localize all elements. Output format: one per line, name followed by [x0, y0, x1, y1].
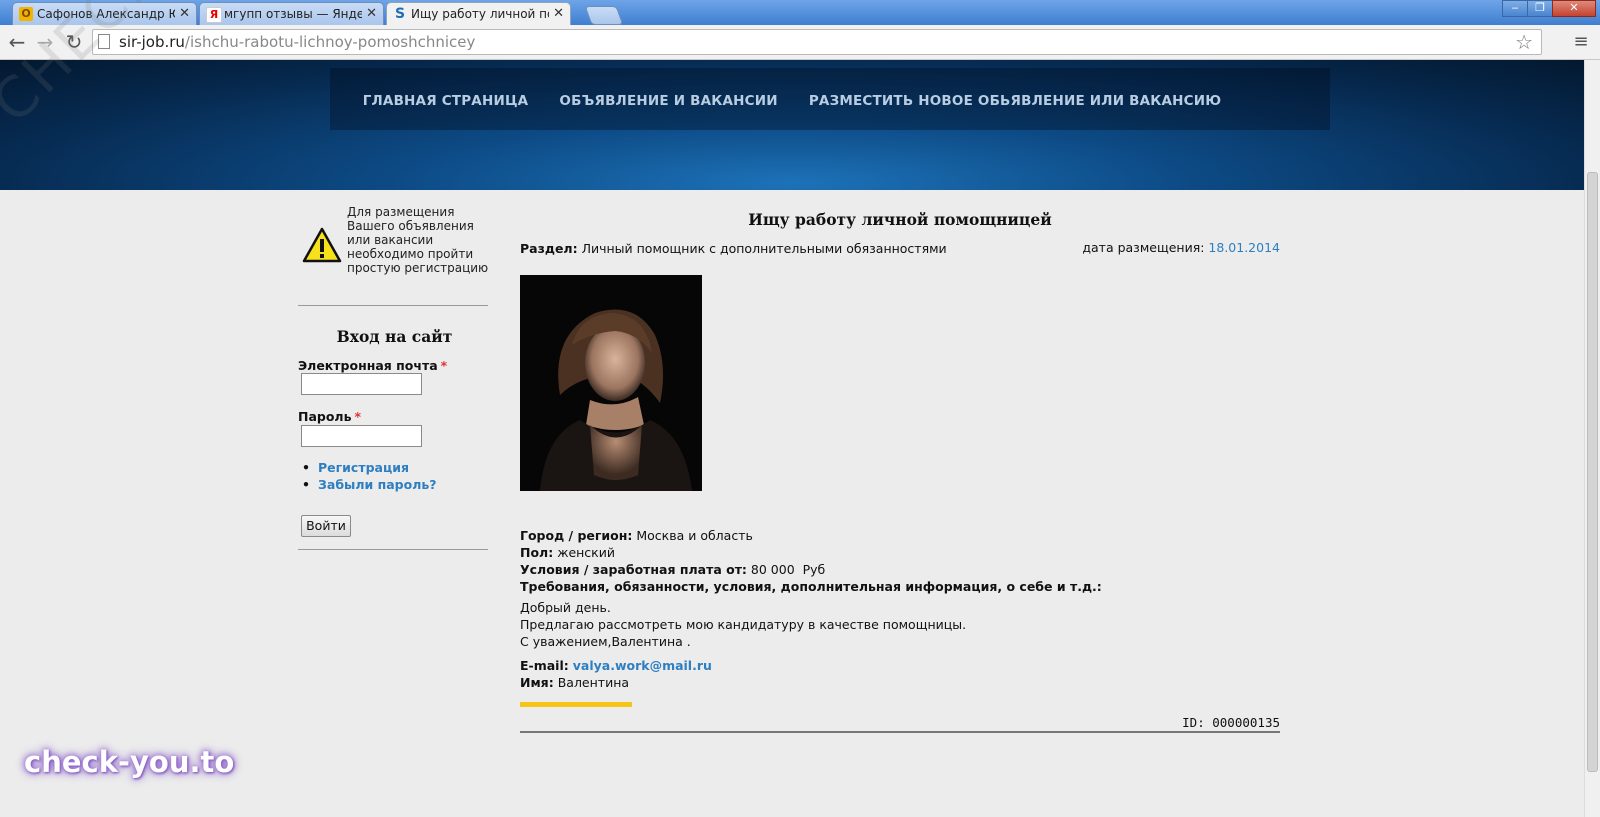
scrollbar-thumb[interactable] [1587, 172, 1598, 772]
name-label: Имя: [520, 675, 554, 690]
bookmark-star-icon[interactable]: ☆ [1515, 30, 1533, 54]
gender-label: Пол: [520, 545, 554, 560]
ad-title: Ищу работу личной помощницей [748, 210, 1052, 229]
required-mark: * [354, 409, 362, 424]
site-header: ГЛАВНАЯ СТРАНИЦА ОБЪЯВЛЕНИЕ И ВАКАНСИИ Р… [0, 60, 1584, 190]
new-tab-button[interactable] [584, 6, 624, 25]
back-arrow-icon[interactable]: ← [5, 30, 29, 54]
email-label-text: Электронная почта [298, 358, 438, 373]
password-label: Пароль * [298, 409, 361, 424]
tab-close-icon[interactable]: ✕ [179, 3, 190, 25]
forward-arrow-icon[interactable]: → [33, 30, 57, 54]
city-label: Город / регион: [520, 528, 633, 543]
page-viewport: ГЛАВНАЯ СТРАНИЦА ОБЪЯВЛЕНИЕ И ВАКАНСИИ Р… [0, 60, 1584, 817]
divider [298, 305, 488, 306]
registration-notice: Для размещения Вашего объявления или вак… [347, 205, 489, 275]
address-bar[interactable]: sir-job.ru/ishchu-rabotu-lichnoy-pomoshc… [92, 29, 1542, 55]
login-title: Вход на сайт [336, 327, 453, 346]
nav-ads-link[interactable]: ОБЪЯВЛЕНИЕ И ВАКАНСИИ [559, 93, 777, 109]
tab-close-icon[interactable]: ✕ [366, 3, 377, 25]
ad-email: E-mail: valya.work@mail.ru [520, 658, 712, 673]
salary-label: Условия / заработная плата от: [520, 562, 747, 577]
browser-tab-3-active[interactable]: S Ищу работу личной пом ✕ [386, 2, 571, 26]
url-path: /ishchu-rabotu-lichnoy-pomoshchnicey [184, 33, 476, 51]
url-text[interactable]: sir-job.ru/ishchu-rabotu-lichnoy-pomoshc… [119, 33, 475, 51]
browser-toolbar: ← → ↻ sir-job.ru/ishchu-rabotu-lichnoy-p… [0, 25, 1600, 60]
section-label: Раздел: [520, 241, 578, 256]
email-label: E-mail: [520, 658, 569, 673]
divider [520, 731, 1280, 733]
date-value: 18.01.2014 [1208, 240, 1280, 255]
warning-icon [302, 227, 342, 263]
window-close-icon[interactable]: ✕ [1552, 0, 1596, 17]
browser-tab-1[interactable]: О Сафонов Александр Юри ✕ [12, 2, 197, 25]
nav-home-link[interactable]: ГЛАВНАЯ СТРАНИЦА [363, 93, 529, 109]
city-value: Москва и область [636, 528, 753, 543]
section-value: Личный помощник с дополнительными обязан… [581, 241, 947, 256]
portrait-image [520, 275, 702, 491]
chrome-menu-icon[interactable]: ≡ [1572, 32, 1590, 52]
password-label-text: Пароль [298, 409, 352, 424]
ad-city: Город / регион: Москва и область [520, 528, 753, 543]
gender-value: женский [557, 545, 615, 560]
ad-message: Добрый день. Предлагаю рассмотреть мою к… [520, 599, 966, 650]
ad-salary: Условия / заработная плата от: 80 000 Ру… [520, 562, 825, 577]
ad-date: дата размещения: 18.01.2014 [1082, 240, 1280, 255]
ad-name: Имя: Валентина [520, 675, 629, 690]
browser-tab-bar: О Сафонов Александр Юри ✕ Я мгупп отзывы… [0, 0, 1600, 26]
tab-title: Сафонов Александр Юри [37, 7, 175, 21]
message-line: С уважением,Валентина . [520, 634, 691, 649]
scrollbar[interactable] [1584, 60, 1600, 817]
email-field[interactable] [301, 373, 422, 395]
salary-value: 80 000 Руб [750, 562, 826, 577]
tab-title: мгупп отзывы — Яндекс [224, 7, 362, 21]
accent-bar [520, 702, 632, 707]
sir-job-favicon-icon: S [394, 6, 406, 22]
url-host: sir-job.ru [119, 33, 185, 51]
nav-post-ad-link[interactable]: РАЗМЕСТИТЬ НОВОЕ ОБЬЯВЛЕНИЕ ИЛИ ВАКАНСИЮ [809, 93, 1221, 109]
divider [298, 549, 488, 550]
ad-gender: Пол: женский [520, 545, 615, 560]
login-button[interactable]: Войти [301, 515, 351, 537]
forgot-password-link[interactable]: Забыли пароль? [298, 477, 437, 492]
odnoklassniki-favicon-icon: О [19, 7, 33, 21]
message-line: Предлагаю рассмотреть мою кандидатуру в … [520, 617, 967, 632]
register-link[interactable]: Регистрация [298, 460, 409, 475]
page-icon [98, 34, 110, 49]
name-value: Валентина [557, 675, 630, 690]
browser-tab-2[interactable]: Я мгупп отзывы — Яндекс ✕ [199, 2, 384, 25]
email-link[interactable]: valya.work@mail.ru [573, 658, 712, 673]
yandex-favicon-icon: Я [206, 7, 222, 23]
reload-icon[interactable]: ↻ [62, 30, 86, 54]
minimize-icon[interactable]: ‒ [1502, 0, 1528, 17]
requirements-label: Требования, обязанности, условия, дополн… [520, 579, 1102, 594]
restore-icon[interactable]: ❐ [1527, 0, 1553, 17]
password-field[interactable] [301, 425, 422, 447]
ad-requirements: Требования, обязанности, условия, дополн… [520, 579, 1102, 594]
email-label: Электронная почта * [298, 358, 447, 373]
date-label: дата размещения: [1082, 240, 1205, 255]
message-line: Добрый день. [520, 600, 611, 615]
required-mark: * [440, 358, 448, 373]
profile-photo[interactable] [520, 275, 702, 491]
ad-id: ID: 000000135 [1182, 715, 1280, 730]
main-navigation: ГЛАВНАЯ СТРАНИЦА ОБЪЯВЛЕНИЕ И ВАКАНСИИ Р… [0, 90, 1584, 109]
tab-title: Ищу работу личной пом [411, 7, 549, 21]
tab-close-icon[interactable]: ✕ [553, 3, 564, 25]
